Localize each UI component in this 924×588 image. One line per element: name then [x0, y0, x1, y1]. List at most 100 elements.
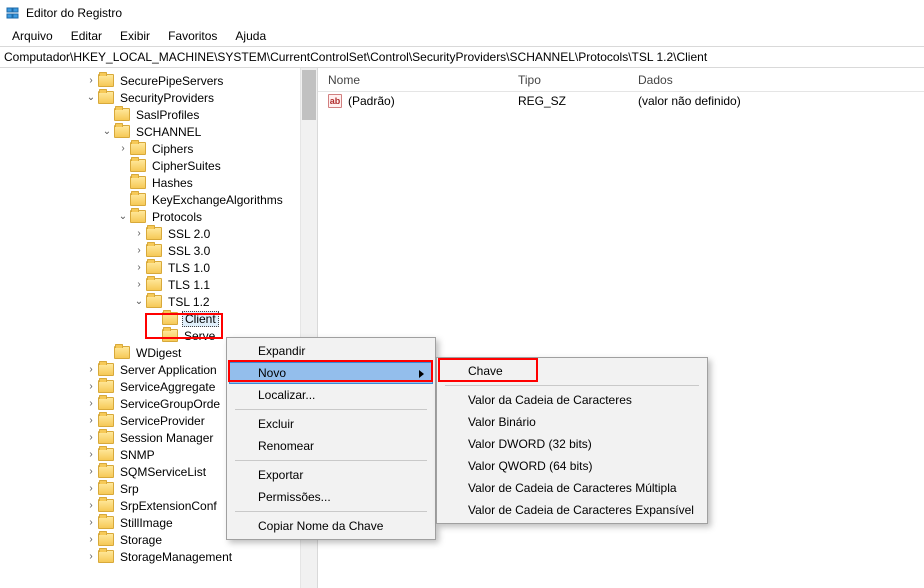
- expand-icon[interactable]: ›: [84, 534, 98, 545]
- context-submenu-novo: Chave Valor da Cadeia de Caracteres Valo…: [436, 357, 708, 524]
- ctx-localizar[interactable]: Localizar...: [229, 384, 433, 406]
- folder-icon: [146, 244, 162, 257]
- menu-editar[interactable]: Editar: [63, 27, 110, 45]
- ctx-excluir[interactable]: Excluir: [229, 413, 433, 435]
- collapse-icon[interactable]: ⌄: [100, 126, 114, 137]
- ctx-separator: [445, 385, 699, 386]
- folder-icon: [114, 125, 130, 138]
- tree-item-ssl30[interactable]: ›SSL 3.0: [0, 242, 317, 259]
- folder-icon: [114, 108, 130, 121]
- folder-icon: [98, 482, 114, 495]
- tree-item-ssl20[interactable]: ›SSL 2.0: [0, 225, 317, 242]
- folder-icon: [98, 533, 114, 546]
- folder-icon: [98, 74, 114, 87]
- collapse-icon[interactable]: ⌄: [132, 296, 146, 307]
- tree-item-securepipe[interactable]: ›SecurePipeServers: [0, 72, 317, 89]
- expand-icon[interactable]: ›: [132, 279, 146, 290]
- ctx-renomear[interactable]: Renomear: [229, 435, 433, 457]
- folder-icon: [98, 516, 114, 529]
- col-nome[interactable]: Nome: [318, 69, 508, 91]
- folder-icon: [98, 397, 114, 410]
- regedit-icon: [6, 6, 20, 20]
- window-title: Editor do Registro: [26, 6, 122, 20]
- submenu-chave[interactable]: Chave: [439, 360, 705, 382]
- value-type: REG_SZ: [518, 94, 638, 108]
- submenu-valor-dword[interactable]: Valor DWORD (32 bits): [439, 433, 705, 455]
- tree-item-tls10[interactable]: ›TLS 1.0: [0, 259, 317, 276]
- folder-icon: [98, 465, 114, 478]
- expand-icon[interactable]: ›: [84, 449, 98, 460]
- folder-icon: [98, 499, 114, 512]
- tree-item-hashes[interactable]: Hashes: [0, 174, 317, 191]
- expand-icon[interactable]: ›: [84, 551, 98, 562]
- tree-item-tls11[interactable]: ›TLS 1.1: [0, 276, 317, 293]
- tree-item-keyexchange[interactable]: KeyExchangeAlgorithms: [0, 191, 317, 208]
- scrollbar-thumb[interactable]: [302, 70, 316, 120]
- folder-icon: [98, 363, 114, 376]
- ctx-separator: [235, 511, 427, 512]
- col-dados[interactable]: Dados: [628, 69, 924, 91]
- folder-icon: [130, 176, 146, 189]
- folder-icon: [98, 380, 114, 393]
- submenu-valor-cadeia[interactable]: Valor da Cadeia de Caracteres: [439, 389, 705, 411]
- expand-icon[interactable]: ›: [84, 364, 98, 375]
- folder-icon: [162, 312, 178, 325]
- folder-icon: [146, 261, 162, 274]
- tree-item-storagemgmt[interactable]: ›StorageManagement: [0, 548, 317, 565]
- expand-icon[interactable]: ›: [132, 228, 146, 239]
- value-data: (valor não definido): [638, 94, 924, 108]
- folder-icon: [98, 550, 114, 563]
- tree-item-client[interactable]: Client: [0, 310, 317, 327]
- expand-icon[interactable]: ›: [84, 75, 98, 86]
- address-bar[interactable]: Computador\HKEY_LOCAL_MACHINE\SYSTEM\Cur…: [0, 46, 924, 68]
- submenu-valor-binario[interactable]: Valor Binário: [439, 411, 705, 433]
- expand-icon[interactable]: ›: [84, 415, 98, 426]
- ctx-copiar-nome[interactable]: Copiar Nome da Chave: [229, 515, 433, 537]
- expand-icon[interactable]: ›: [84, 398, 98, 409]
- tree-item-ciphersuites[interactable]: CipherSuites: [0, 157, 317, 174]
- collapse-icon[interactable]: ⌄: [84, 92, 98, 103]
- folder-icon: [130, 142, 146, 155]
- menu-favoritos[interactable]: Favoritos: [160, 27, 225, 45]
- tree-item-tsl12[interactable]: ⌄TSL 1.2: [0, 293, 317, 310]
- expand-icon[interactable]: ›: [132, 262, 146, 273]
- folder-icon: [98, 414, 114, 427]
- expand-icon[interactable]: ›: [132, 245, 146, 256]
- expand-icon[interactable]: ›: [84, 483, 98, 494]
- folder-icon: [146, 227, 162, 240]
- tree-item-schannel[interactable]: ⌄SCHANNEL: [0, 123, 317, 140]
- expand-icon[interactable]: ›: [84, 517, 98, 528]
- folder-icon: [146, 278, 162, 291]
- ctx-permissoes[interactable]: Permissões...: [229, 486, 433, 508]
- tree-item-saslprofiles[interactable]: SaslProfiles: [0, 106, 317, 123]
- string-value-icon: ab: [328, 94, 342, 108]
- expand-icon[interactable]: ›: [84, 381, 98, 392]
- folder-icon: [130, 159, 146, 172]
- collapse-icon[interactable]: ⌄: [116, 211, 130, 222]
- submenu-valor-multi[interactable]: Valor de Cadeia de Caracteres Múltipla: [439, 477, 705, 499]
- folder-icon: [146, 295, 162, 308]
- expand-icon[interactable]: ›: [84, 432, 98, 443]
- list-row-default[interactable]: ab (Padrão) REG_SZ (valor não definido): [318, 92, 924, 110]
- ctx-expandir[interactable]: Expandir: [229, 340, 433, 362]
- folder-icon: [114, 346, 130, 359]
- address-text: Computador\HKEY_LOCAL_MACHINE\SYSTEM\Cur…: [4, 50, 707, 64]
- tree-item-securityproviders[interactable]: ⌄SecurityProviders: [0, 89, 317, 106]
- expand-icon[interactable]: ›: [84, 500, 98, 511]
- ctx-exportar[interactable]: Exportar: [229, 464, 433, 486]
- folder-icon: [98, 431, 114, 444]
- col-tipo[interactable]: Tipo: [508, 69, 628, 91]
- submenu-valor-exp[interactable]: Valor de Cadeia de Caracteres Expansível: [439, 499, 705, 521]
- menu-exibir[interactable]: Exibir: [112, 27, 158, 45]
- ctx-separator: [235, 409, 427, 410]
- value-name: (Padrão): [348, 94, 395, 108]
- menu-arquivo[interactable]: Arquivo: [4, 27, 61, 45]
- submenu-valor-qword[interactable]: Valor QWORD (64 bits): [439, 455, 705, 477]
- tree-item-protocols[interactable]: ⌄Protocols: [0, 208, 317, 225]
- folder-icon: [130, 210, 146, 223]
- tree-item-ciphers[interactable]: ›Ciphers: [0, 140, 317, 157]
- expand-icon[interactable]: ›: [84, 466, 98, 477]
- menu-ajuda[interactable]: Ajuda: [227, 27, 274, 45]
- expand-icon[interactable]: ›: [116, 143, 130, 154]
- ctx-novo[interactable]: Novo: [229, 362, 433, 384]
